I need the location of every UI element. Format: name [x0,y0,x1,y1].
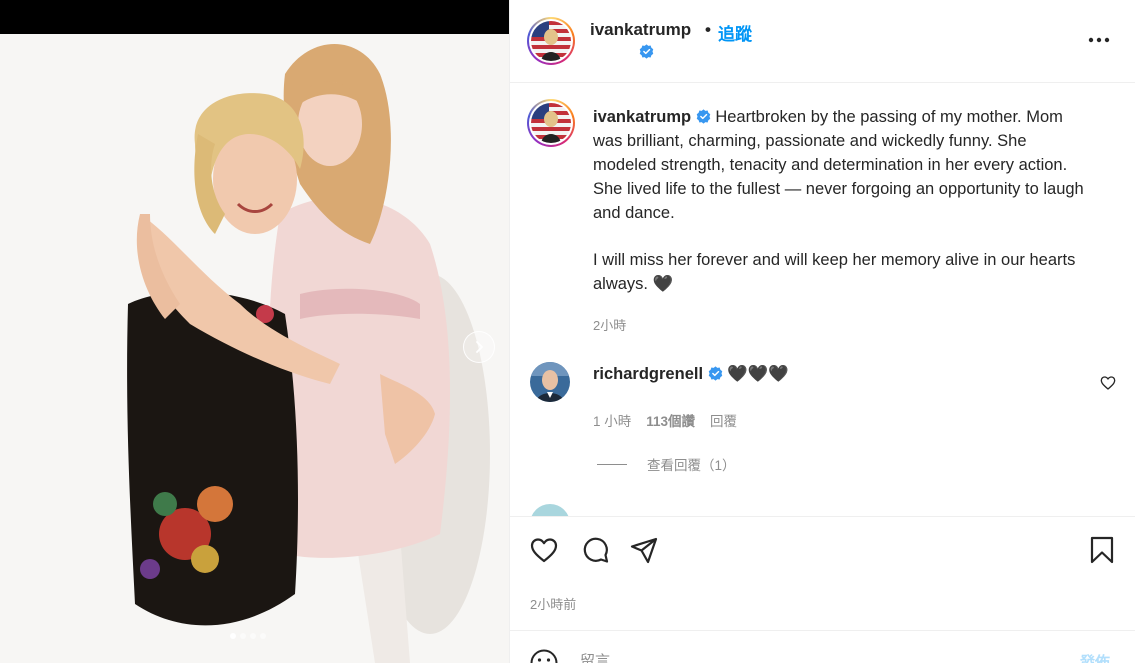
view-replies-button[interactable]: 查看回覆（1） [597,454,736,474]
verified-badge-icon [639,44,654,59]
comment-meta: 1 小時 113個讚 回覆 [593,410,737,430]
chevron-right-icon [476,341,483,353]
reply-button[interactable]: 回覆 [710,410,737,430]
photo-illustration [0,34,509,663]
view-replies-label: 查看回覆（1） [647,458,736,473]
author-username[interactable]: ivankatrump [590,20,691,40]
comment-text: 🖤🖤🖤 [727,365,789,383]
carousel-indicator [0,633,509,639]
caption-timestamp: 2小時 [593,318,627,333]
comment-heart-icon[interactable] [1100,375,1116,391]
commenter-avatar[interactable] [530,362,570,402]
avatar-image [531,103,571,143]
comments-list[interactable]: ivankatrump Heartbroken by the passing o… [510,84,1135,516]
avatar-image [531,21,571,61]
comment-input[interactable] [580,649,1060,663]
caption-avatar[interactable] [527,99,575,147]
carousel-next-button[interactable] [463,331,495,363]
post-media[interactable] [0,0,509,663]
post-header: ivankatrump • 追蹤 [510,0,1135,83]
caption-username[interactable]: ivankatrump [593,108,691,126]
post-actions: 2小時前 [510,516,1135,630]
next-commenter-avatar[interactable] [530,504,570,516]
author-avatar[interactable] [527,17,575,65]
comment-likes[interactable]: 113個讚 [646,410,695,430]
avatar-image [530,362,570,402]
comment-body: richardgrenell 🖤🖤🖤 [593,365,789,384]
divider-line [597,463,627,465]
emoji-icon[interactable] [529,648,559,663]
more-options-icon[interactable] [1086,30,1112,50]
carousel-dot [249,633,256,639]
caption-paragraph-2: I will miss her forever and will keep he… [593,251,1076,293]
post-details-panel: ivankatrump • 追蹤 ivankatrump Heartbroken… [509,0,1135,663]
post-photo [0,34,509,663]
carousel-dot [239,633,246,639]
verified-badge-icon [696,109,710,124]
post-timestamp[interactable]: 2小時前 [530,594,576,613]
carousel-dot [229,633,236,639]
caption-text: ivankatrump Heartbroken by the passing o… [593,105,1093,296]
comment-icon[interactable] [580,535,610,565]
verified-badge-icon [708,366,722,381]
share-icon[interactable] [629,535,659,565]
bookmark-icon[interactable] [1087,535,1117,565]
add-comment-bar: 發佈 [510,630,1135,663]
heart-icon[interactable] [529,535,559,565]
comment-timestamp: 1 小時 [593,414,632,429]
carousel-dot [259,633,266,639]
separator-dot: • [705,20,711,39]
commenter-username[interactable]: richardgrenell [593,365,703,383]
follow-button[interactable]: 追蹤 [718,20,752,45]
post-comment-button[interactable]: 發佈 [1080,651,1110,663]
